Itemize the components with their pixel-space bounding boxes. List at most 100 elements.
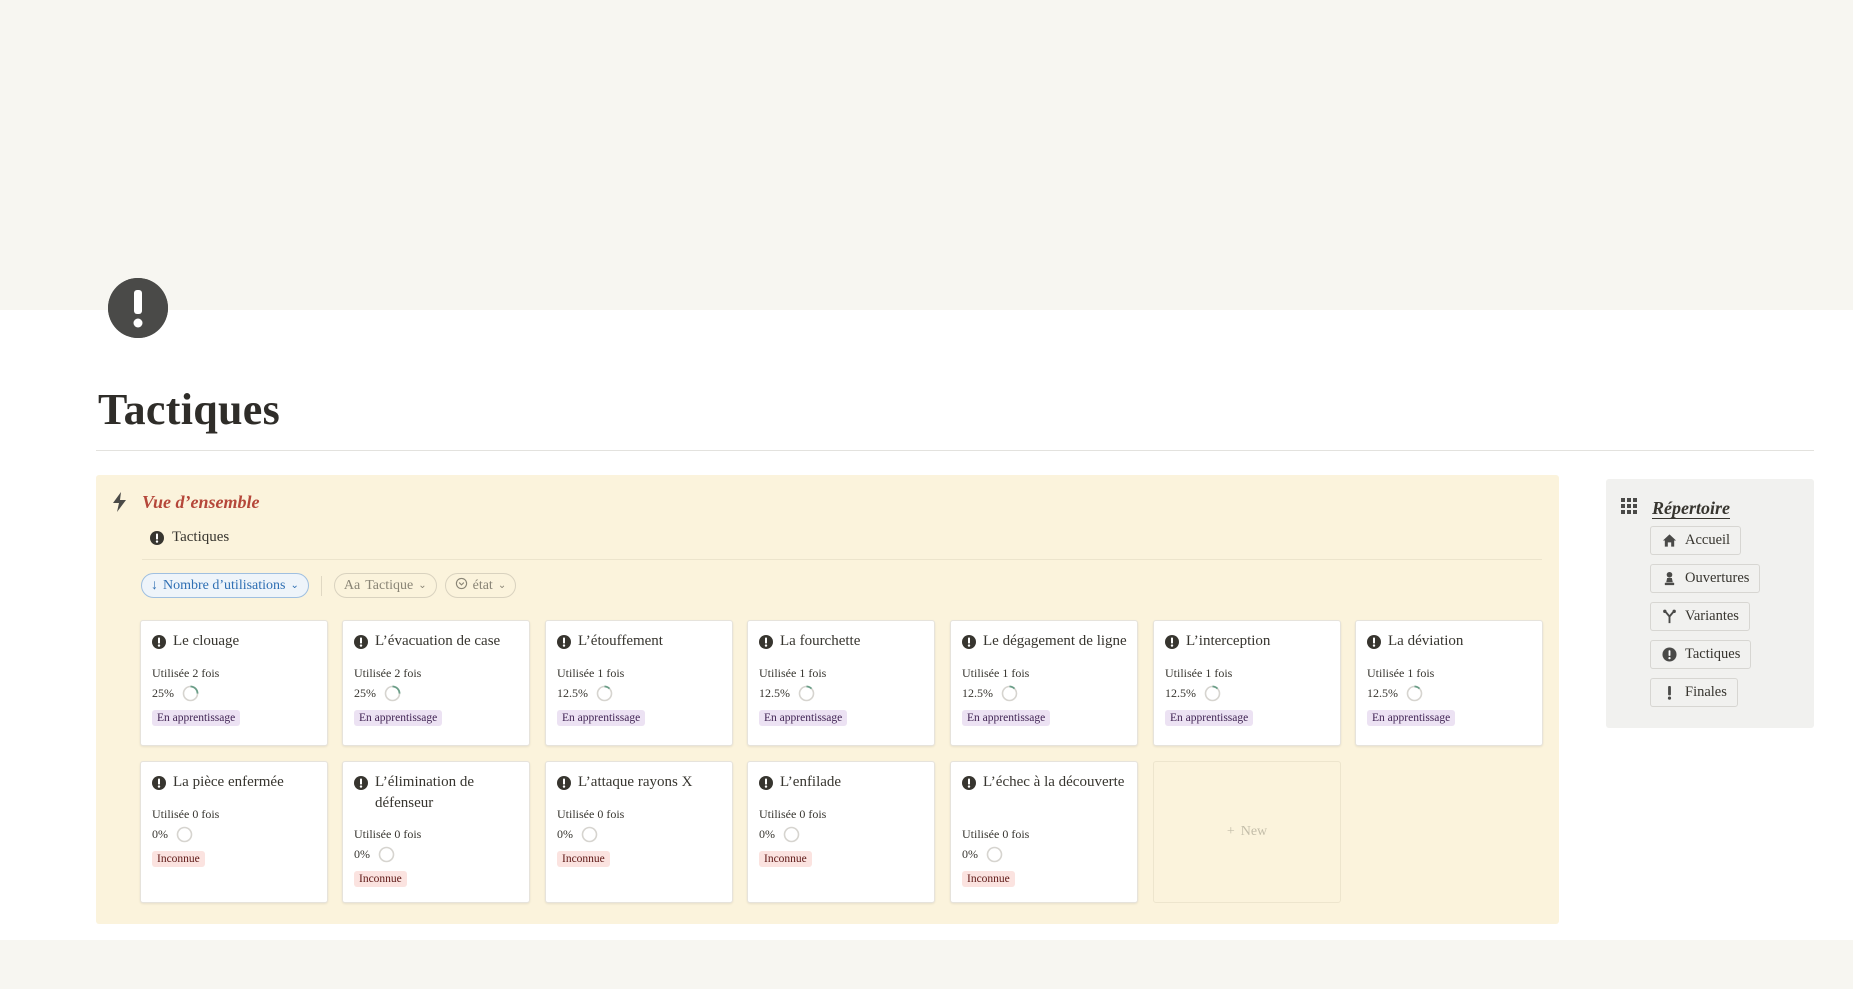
card-usage-count: Utilisée 0 fois (962, 827, 1030, 841)
card-title: Le dégagement de ligne (983, 633, 1127, 649)
directory-link-label: Finales (1685, 684, 1727, 700)
status-property-icon (455, 577, 468, 595)
card-percentage: 0% (152, 826, 193, 843)
home-icon (1661, 533, 1677, 549)
progress-ring (783, 826, 800, 843)
card-usage-count: Utilisée 1 fois (1165, 666, 1233, 680)
directory-link-ouvertures[interactable]: Ouvertures (1650, 564, 1761, 593)
exclamation-circle-icon (1661, 647, 1677, 663)
card-header: La fourchette (759, 631, 926, 652)
text-property-icon: Aa (343, 577, 361, 593)
card-percentage-value: 0% (759, 827, 775, 841)
exclamation-circle-icon (962, 776, 976, 790)
database-title[interactable]: Tactiques (150, 529, 229, 546)
card-header: L’interception (1165, 631, 1332, 652)
plus-icon: + (1226, 824, 1235, 839)
gallery-card[interactable]: L’élimination de défenseur Utilisée 0 foi… (342, 761, 530, 903)
card-title: L’enfilade (780, 774, 842, 790)
progress-ring (986, 846, 1003, 863)
title-divider (96, 450, 1814, 451)
progress-ring (596, 685, 613, 702)
status-tag: Inconnue (759, 851, 812, 867)
card-header: L’attaque rayons X (557, 772, 724, 793)
card-header: L’évacuation de case (354, 631, 521, 652)
page-footer-band (0, 940, 1853, 989)
card-usage-count: Utilisée 1 fois (962, 666, 1030, 680)
chevron-down-icon: ⌄ (418, 580, 427, 591)
chevron-down-icon: ⌄ (497, 580, 507, 591)
sort-chip[interactable]: ↓ Nombre d’utilisations ⌄ (141, 573, 309, 598)
card-percentage-value: 12.5% (962, 686, 993, 700)
card-title: Le clouage (173, 633, 240, 649)
card-percentage-value: 12.5% (1367, 686, 1398, 700)
directory-link-finales[interactable]: Finales (1650, 678, 1738, 707)
status-tag: En apprentissage (1165, 710, 1254, 726)
card-usage-count: Utilisée 1 fois (1367, 666, 1435, 680)
gallery-card[interactable]: L’interception Utilisée 1 fois 12.5% En app… (1153, 620, 1341, 746)
exclamation-circle-icon (152, 776, 166, 790)
card-percentage-value: 0% (962, 847, 978, 861)
grid-icon (1620, 497, 1638, 520)
card-usage-count: Utilisée 0 fois (354, 827, 422, 841)
card-percentage: 12.5% (557, 685, 613, 702)
gallery-card[interactable]: L’échec à la découverte Utilisée 0 fois 0%… (950, 761, 1138, 903)
exclamation-circle-icon (962, 635, 976, 649)
gallery-card[interactable]: L’attaque rayons X Utilisée 0 fois 0% Incon… (545, 761, 733, 903)
new-card-button[interactable]: + New (1153, 761, 1341, 903)
page-title: Tactiques (98, 385, 281, 434)
gallery-card[interactable]: Le dégagement de ligne Utilisée 1 fois 12.… (950, 620, 1138, 746)
card-title: La fourchette (780, 633, 861, 649)
card-usage-count: Utilisée 0 fois (557, 807, 625, 821)
directory-link-tactiques[interactable]: Tactiques (1650, 640, 1752, 669)
card-title: L’élimination de défenseur (375, 774, 475, 811)
directory-link-variantes[interactable]: Variantes (1650, 602, 1750, 631)
exclamation-circle-icon (152, 635, 166, 649)
chess-pawn-icon (1661, 571, 1677, 587)
gallery-card[interactable]: La pièce enfermée Utilisée 0 fois 0% Inconn… (140, 761, 328, 903)
overview-callout: Vue d’ensemble Tactiques ↓ Nombre d’util… (96, 475, 1559, 924)
directory-title[interactable]: Répertoire (1652, 498, 1730, 519)
card-percentage: 25% (152, 685, 199, 702)
card-title: L’échec à la découverte (983, 774, 1125, 790)
gallery-card[interactable]: La fourchette Utilisée 1 fois 12.5% En appr… (747, 620, 935, 746)
gallery-card[interactable]: L’évacuation de case Utilisée 2 fois 25% En… (342, 620, 530, 746)
progress-ring (581, 826, 598, 843)
exclamation-circle-icon (150, 530, 164, 545)
filter-chip-tactique[interactable]: Aa Tactique ⌄ (333, 573, 437, 598)
status-tag: Inconnue (152, 851, 205, 867)
card-usage-count: Utilisée 2 fois (152, 666, 220, 680)
directory-header: Répertoire (1620, 497, 1730, 520)
directory-link-label: Tactiques (1685, 646, 1741, 662)
card-usage-count: Utilisée 2 fois (354, 666, 422, 680)
exclamation-circle-icon[interactable] (108, 278, 168, 338)
directory-link-label: Accueil (1685, 532, 1731, 548)
card-percentage: 0% (557, 826, 598, 843)
card-percentage-value: 12.5% (557, 686, 588, 700)
status-tag: En apprentissage (759, 710, 848, 726)
filter-chip-etat[interactable]: état ⌄ (444, 573, 517, 598)
database-title-label: Tactiques (172, 529, 230, 545)
status-tag: Inconnue (354, 871, 407, 887)
card-title: L’étouffement (578, 633, 663, 649)
card-usage-count: Utilisée 0 fois (759, 807, 827, 821)
gallery-card[interactable]: L’étouffement Utilisée 1 fois 12.5% En appr… (545, 620, 733, 746)
status-tag: En apprentissage (152, 710, 241, 726)
progress-ring (384, 685, 401, 702)
card-header: La déviation (1367, 631, 1534, 652)
exclamation-icon (1661, 685, 1677, 701)
exclamation-circle-icon (1165, 635, 1179, 649)
status-tag: En apprentissage (557, 710, 646, 726)
filter-bar: ↓ Nombre d’utilisations ⌄ Aa Tactique ⌄ … (141, 573, 517, 598)
status-tag: En apprentissage (354, 710, 443, 726)
gallery-card[interactable]: L’enfilade Utilisée 0 fois 0% Inconnue (747, 761, 935, 903)
card-header: La pièce enfermée (152, 772, 319, 793)
filter-separator (320, 575, 322, 596)
gallery-card[interactable]: La déviation Utilisée 1 fois 12.5% En appre… (1355, 620, 1543, 746)
branch-icon (1661, 609, 1677, 625)
gallery-card[interactable]: Le clouage Utilisée 2 fois 25% En apprentis… (140, 620, 328, 746)
directory-link-accueil[interactable]: Accueil (1650, 526, 1742, 555)
card-percentage-value: 0% (354, 847, 370, 861)
status-tag: En apprentissage (962, 710, 1051, 726)
card-percentage: 12.5% (1367, 685, 1423, 702)
card-percentage: 12.5% (962, 685, 1018, 702)
